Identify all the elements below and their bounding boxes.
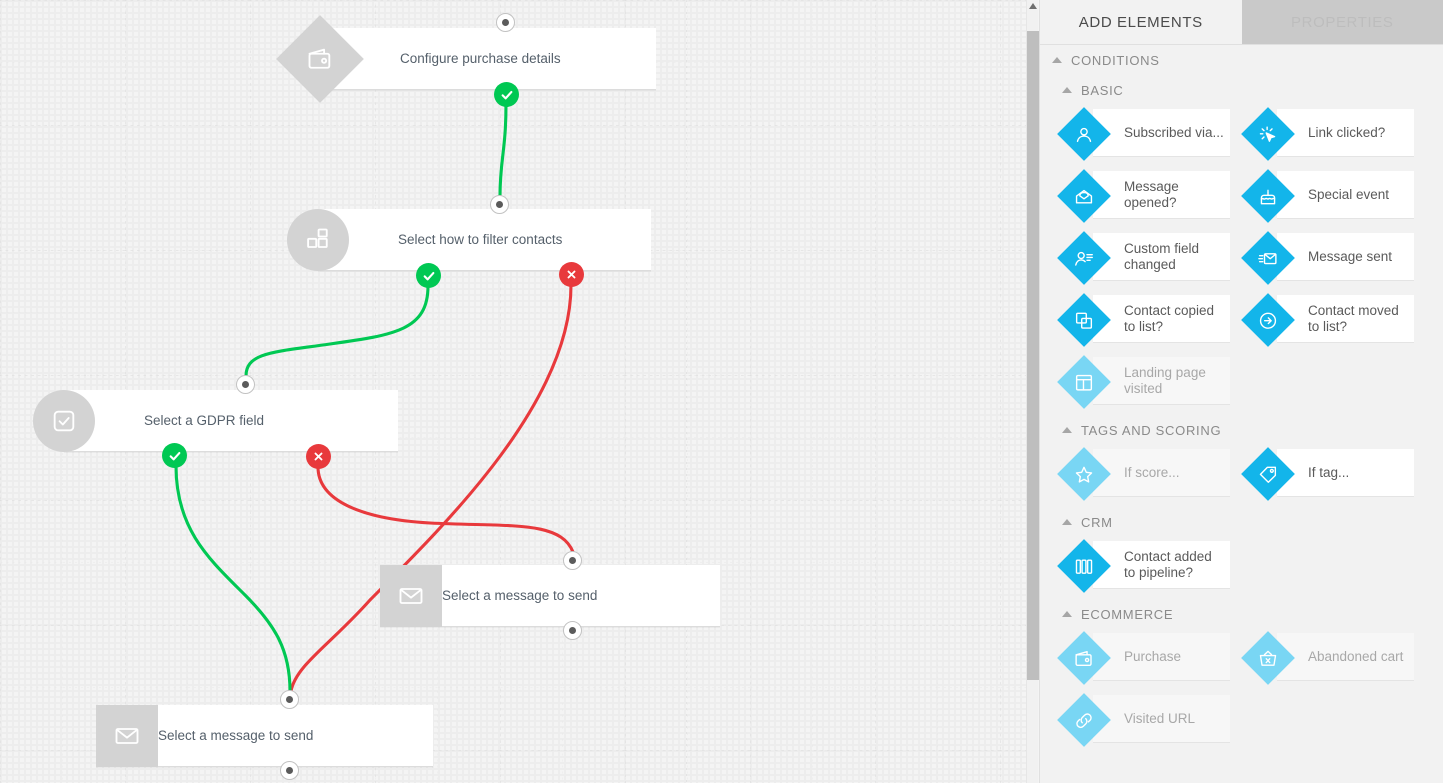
scrollbar-thumb[interactable] bbox=[1027, 31, 1039, 680]
element-label: Subscribed via... bbox=[1124, 125, 1224, 140]
element-item: Purchase bbox=[1057, 629, 1230, 689]
tab-properties: PROPERTIES bbox=[1241, 0, 1443, 44]
node-select-how-to-filter-contacts[interactable]: Select how to filter contacts bbox=[287, 209, 651, 271]
node-label: Select a message to send bbox=[158, 728, 314, 743]
port-message-2-in[interactable] bbox=[280, 690, 299, 709]
node-select-a-message-to-send-1[interactable]: Select a message to send bbox=[380, 565, 720, 627]
element-label: Landing page visited bbox=[1124, 365, 1206, 396]
close-icon bbox=[314, 452, 323, 461]
element-label: Visited URL bbox=[1124, 711, 1196, 726]
element-item: If score... bbox=[1057, 445, 1230, 505]
canvas-vertical-scrollbar[interactable] bbox=[1026, 0, 1039, 783]
subsection-title: ECOMMERCE bbox=[1081, 606, 1174, 622]
node-label: Configure purchase details bbox=[400, 51, 561, 66]
element-grid-tags-and-scoring: If score... If tag... bbox=[1040, 445, 1443, 507]
element-label: If tag... bbox=[1308, 465, 1350, 480]
element-item[interactable]: Contact added to pipeline? bbox=[1057, 537, 1230, 597]
subsection-title: BASIC bbox=[1081, 82, 1124, 98]
element-label: Purchase bbox=[1124, 649, 1182, 664]
node-configure-purchase-details[interactable]: Configure purchase details bbox=[276, 15, 656, 103]
node-label: Select a message to send bbox=[442, 588, 598, 603]
element-item[interactable]: Link clicked? bbox=[1241, 105, 1414, 165]
collapse-caret-icon[interactable] bbox=[1062, 611, 1072, 617]
edge-purchase-yes-to-filter[interactable] bbox=[498, 102, 508, 198]
subsection-title: CRM bbox=[1081, 514, 1113, 530]
scroll-up-arrow-icon[interactable] bbox=[1027, 0, 1039, 12]
element-item[interactable]: Contact moved to list? bbox=[1241, 291, 1414, 351]
envelope-icon bbox=[380, 565, 442, 627]
tab-label: ADD ELEMENTS bbox=[1078, 13, 1203, 31]
element-item[interactable]: Message sent bbox=[1241, 229, 1414, 289]
element-grid-ecommerce: Purchase Abandoned cart Visited URL bbox=[1040, 629, 1443, 753]
close-icon bbox=[567, 270, 576, 279]
element-label: Abandoned cart bbox=[1308, 649, 1404, 664]
sidebar-sections: CONDITIONS BASIC Subscribed via... Link cl… bbox=[1040, 45, 1443, 753]
wallet-purchase-icon bbox=[276, 15, 364, 103]
checkbox-icon bbox=[33, 390, 95, 452]
element-item[interactable]: Special event bbox=[1241, 167, 1414, 227]
collapse-caret-icon[interactable] bbox=[1062, 519, 1072, 525]
elements-sidebar: ADD ELEMENTS PROPERTIES CONDITIONS BASIC S… bbox=[1039, 0, 1443, 783]
element-label: If score... bbox=[1124, 465, 1180, 480]
element-item: Visited URL bbox=[1057, 691, 1230, 751]
element-item[interactable]: If tag... bbox=[1241, 445, 1414, 505]
badge-yes-configure-purchase[interactable] bbox=[494, 82, 519, 107]
element-item: Abandoned cart bbox=[1241, 629, 1414, 689]
element-item[interactable]: Custom field changed bbox=[1057, 229, 1230, 289]
port-filter-contacts-in[interactable] bbox=[490, 195, 509, 214]
subsection-header-ecommerce[interactable]: ECOMMERCE bbox=[1040, 599, 1443, 629]
node-select-a-message-to-send-2[interactable]: Select a message to send bbox=[96, 705, 433, 767]
tab-label: PROPERTIES bbox=[1291, 13, 1394, 31]
element-label: Contact moved to list? bbox=[1308, 303, 1399, 334]
badge-yes-gdpr[interactable] bbox=[162, 443, 187, 468]
subsection-header-basic[interactable]: BASIC bbox=[1040, 75, 1443, 105]
element-label: Message sent bbox=[1308, 249, 1393, 264]
element-label: Contact copied to list? bbox=[1124, 303, 1215, 334]
element-item[interactable]: Message opened? bbox=[1057, 167, 1230, 227]
port-configure-purchase-in[interactable] bbox=[496, 13, 515, 32]
subsection-header-tags-and-scoring[interactable]: TAGS AND SCORING bbox=[1040, 415, 1443, 445]
port-message-2-out[interactable] bbox=[280, 761, 299, 780]
edge-filter-yes-to-gdpr[interactable] bbox=[244, 284, 430, 378]
port-message-1-in[interactable] bbox=[563, 551, 582, 570]
element-label: Custom field changed bbox=[1124, 241, 1200, 272]
check-icon bbox=[423, 271, 434, 280]
collapse-caret-icon[interactable] bbox=[1052, 57, 1062, 63]
element-label: Link clicked? bbox=[1308, 125, 1386, 140]
element-item: Landing page visited bbox=[1057, 353, 1230, 413]
workflow-editor: Configure purchase details Select how to … bbox=[0, 0, 1443, 783]
node-select-a-gdpr-field[interactable]: Select a GDPR field bbox=[33, 390, 398, 452]
badge-yes-filter-contacts[interactable] bbox=[416, 263, 441, 288]
collapse-caret-icon[interactable] bbox=[1062, 427, 1072, 433]
port-gdpr-in[interactable] bbox=[236, 375, 255, 394]
tab-add-elements[interactable]: ADD ELEMENTS bbox=[1040, 0, 1242, 44]
edge-gdpr-no-to-message1[interactable] bbox=[316, 465, 575, 554]
badge-no-gdpr[interactable] bbox=[306, 444, 331, 469]
element-label: Special event bbox=[1308, 187, 1390, 202]
sidebar-tabs: ADD ELEMENTS PROPERTIES bbox=[1040, 0, 1443, 44]
element-grid-crm: Contact added to pipeline? bbox=[1040, 537, 1443, 599]
check-icon bbox=[169, 451, 180, 460]
element-item[interactable]: Contact copied to list? bbox=[1057, 291, 1230, 351]
badge-no-filter-contacts[interactable] bbox=[559, 262, 584, 287]
filter-grid-icon bbox=[287, 209, 349, 271]
section-header-conditions[interactable]: CONDITIONS bbox=[1040, 45, 1443, 75]
node-label: Select a GDPR field bbox=[144, 413, 265, 428]
section-title: CONDITIONS bbox=[1071, 52, 1160, 68]
port-message-1-out[interactable] bbox=[563, 621, 582, 640]
edge-gdpr-yes-to-message2[interactable] bbox=[174, 464, 292, 693]
workflow-canvas[interactable]: Configure purchase details Select how to … bbox=[0, 0, 1026, 783]
element-label: Message opened? bbox=[1124, 179, 1179, 210]
subsection-header-crm[interactable]: CRM bbox=[1040, 507, 1443, 537]
collapse-caret-icon[interactable] bbox=[1062, 87, 1072, 93]
subsection-title: TAGS AND SCORING bbox=[1081, 422, 1222, 438]
node-label: Select how to filter contacts bbox=[398, 232, 563, 247]
check-icon bbox=[501, 90, 512, 99]
edge-filter-no-to-message2[interactable] bbox=[289, 283, 573, 693]
envelope-icon bbox=[96, 705, 158, 767]
element-item[interactable]: Subscribed via... bbox=[1057, 105, 1230, 165]
element-label: Contact added to pipeline? bbox=[1124, 549, 1212, 580]
element-grid-basic: Subscribed via... Link clicked? Message op… bbox=[1040, 105, 1443, 415]
